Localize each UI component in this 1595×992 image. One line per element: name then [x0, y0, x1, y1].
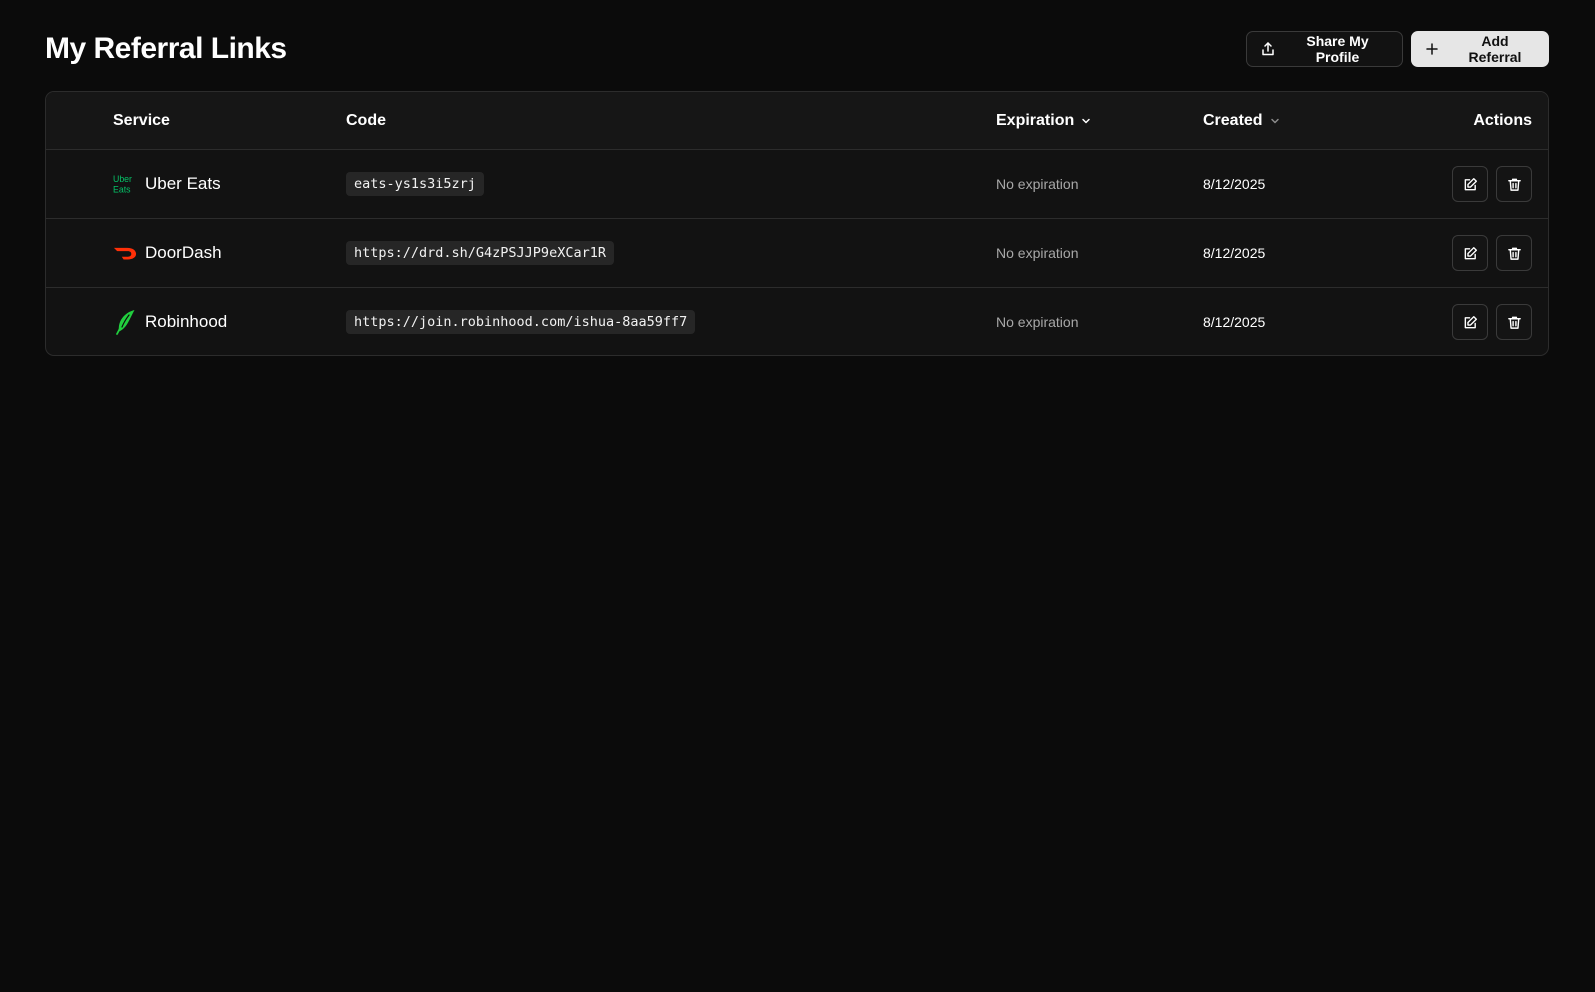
table-row: Robinhood https://join.robinhood.com/ish… [46, 287, 1548, 355]
service-cell: Robinhood [113, 288, 228, 355]
edit-button[interactable] [1452, 235, 1488, 271]
created-header-label: Created [1203, 111, 1263, 129]
trash-icon [1507, 177, 1522, 192]
svg-text:Eats: Eats [113, 184, 131, 194]
header-cell-actions: Actions [1473, 92, 1532, 149]
actions-cell [1452, 288, 1532, 355]
created-date: 8/12/2025 [1203, 176, 1266, 192]
service-cell: Uber Eats Uber Eats [113, 150, 221, 218]
header-cell-expiration: Expiration [996, 92, 1092, 149]
robinhood-logo [113, 310, 137, 335]
delete-button[interactable] [1496, 304, 1532, 340]
service-name: DoorDash [145, 243, 222, 262]
service-name: Robinhood [145, 312, 228, 331]
referral-links-page: My Referral Links Share My Profile Add R… [0, 0, 1595, 992]
table-row: Uber Eats Uber Eats eats-ys1s3i5zrj No e… [46, 149, 1548, 218]
share-upload-icon [1260, 41, 1276, 57]
actions-cell [1452, 219, 1532, 287]
referral-code: https://drd.sh/G4zPSJJP9eXCar1R [346, 241, 614, 265]
add-referral-label: Add Referral [1468, 33, 1522, 65]
created-cell: 8/12/2025 [1203, 219, 1265, 287]
expiration-value: No expiration [996, 245, 1079, 261]
doordash-logo [113, 241, 137, 265]
header-cell-service: Service [113, 92, 170, 149]
expiration-cell: No expiration [996, 219, 1079, 287]
service-name: Uber Eats [145, 174, 221, 193]
trash-icon [1507, 246, 1522, 261]
expiration-cell: No expiration [996, 288, 1079, 355]
header-cell-code: Code [346, 92, 386, 149]
column-header-service: Service [113, 111, 170, 129]
delete-button[interactable] [1496, 235, 1532, 271]
column-header-actions: Actions [1473, 111, 1532, 129]
column-header-code: Code [346, 111, 386, 129]
chevron-down-icon [1080, 115, 1092, 127]
edit-icon [1463, 315, 1478, 330]
header-actions: Share My Profile Add Referral [1246, 31, 1549, 67]
actions-cell [1452, 150, 1532, 218]
column-header-expiration[interactable]: Expiration [996, 112, 1092, 130]
created-cell: 8/12/2025 [1203, 288, 1266, 355]
referral-code: https://join.robinhood.com/ishua-8aa59ff… [346, 310, 696, 334]
edit-icon [1463, 177, 1478, 192]
expiration-header-label: Expiration [996, 111, 1075, 129]
table-row: DoorDash https://drd.sh/G4zPSJJP9eXCar1R… [46, 218, 1548, 287]
expiration-value: No expiration [996, 314, 1079, 330]
trash-icon [1507, 315, 1522, 330]
delete-button[interactable] [1496, 166, 1532, 202]
svg-text:Uber: Uber [113, 174, 132, 184]
code-cell: https://join.robinhood.com/ishua-8aa59ff… [346, 288, 696, 355]
service-cell: DoorDash [113, 219, 222, 287]
code-cell: eats-ys1s3i5zrj [346, 150, 484, 218]
add-referral-button[interactable]: Add Referral [1411, 31, 1549, 67]
expiration-value: No expiration [996, 176, 1079, 192]
created-cell: 8/12/2025 [1203, 150, 1265, 218]
referral-table: Service Code Expiration Created Actions … [45, 91, 1549, 356]
chevron-down-icon [1269, 115, 1281, 127]
code-cell: https://drd.sh/G4zPSJJP9eXCar1R [346, 219, 614, 287]
expiration-cell: No expiration [996, 150, 1079, 218]
page-title: My Referral Links [45, 32, 287, 65]
edit-button[interactable] [1452, 304, 1488, 340]
header-cell-created: Created [1203, 92, 1281, 149]
uber-eats-logo: Uber Eats [113, 172, 137, 196]
referral-code: eats-ys1s3i5zrj [346, 172, 484, 196]
edit-icon [1463, 246, 1478, 261]
column-header-created[interactable]: Created [1203, 112, 1281, 130]
page-header: My Referral Links Share My Profile Add R… [45, 30, 1549, 68]
created-date: 8/12/2025 [1203, 314, 1266, 330]
share-profile-label: Share My Profile [1306, 33, 1369, 65]
edit-button[interactable] [1452, 166, 1488, 202]
share-profile-button[interactable]: Share My Profile [1246, 31, 1403, 67]
created-date: 8/12/2025 [1203, 245, 1266, 261]
table-header-row: Service Code Expiration Created Actions [46, 92, 1548, 149]
plus-icon [1425, 42, 1439, 56]
